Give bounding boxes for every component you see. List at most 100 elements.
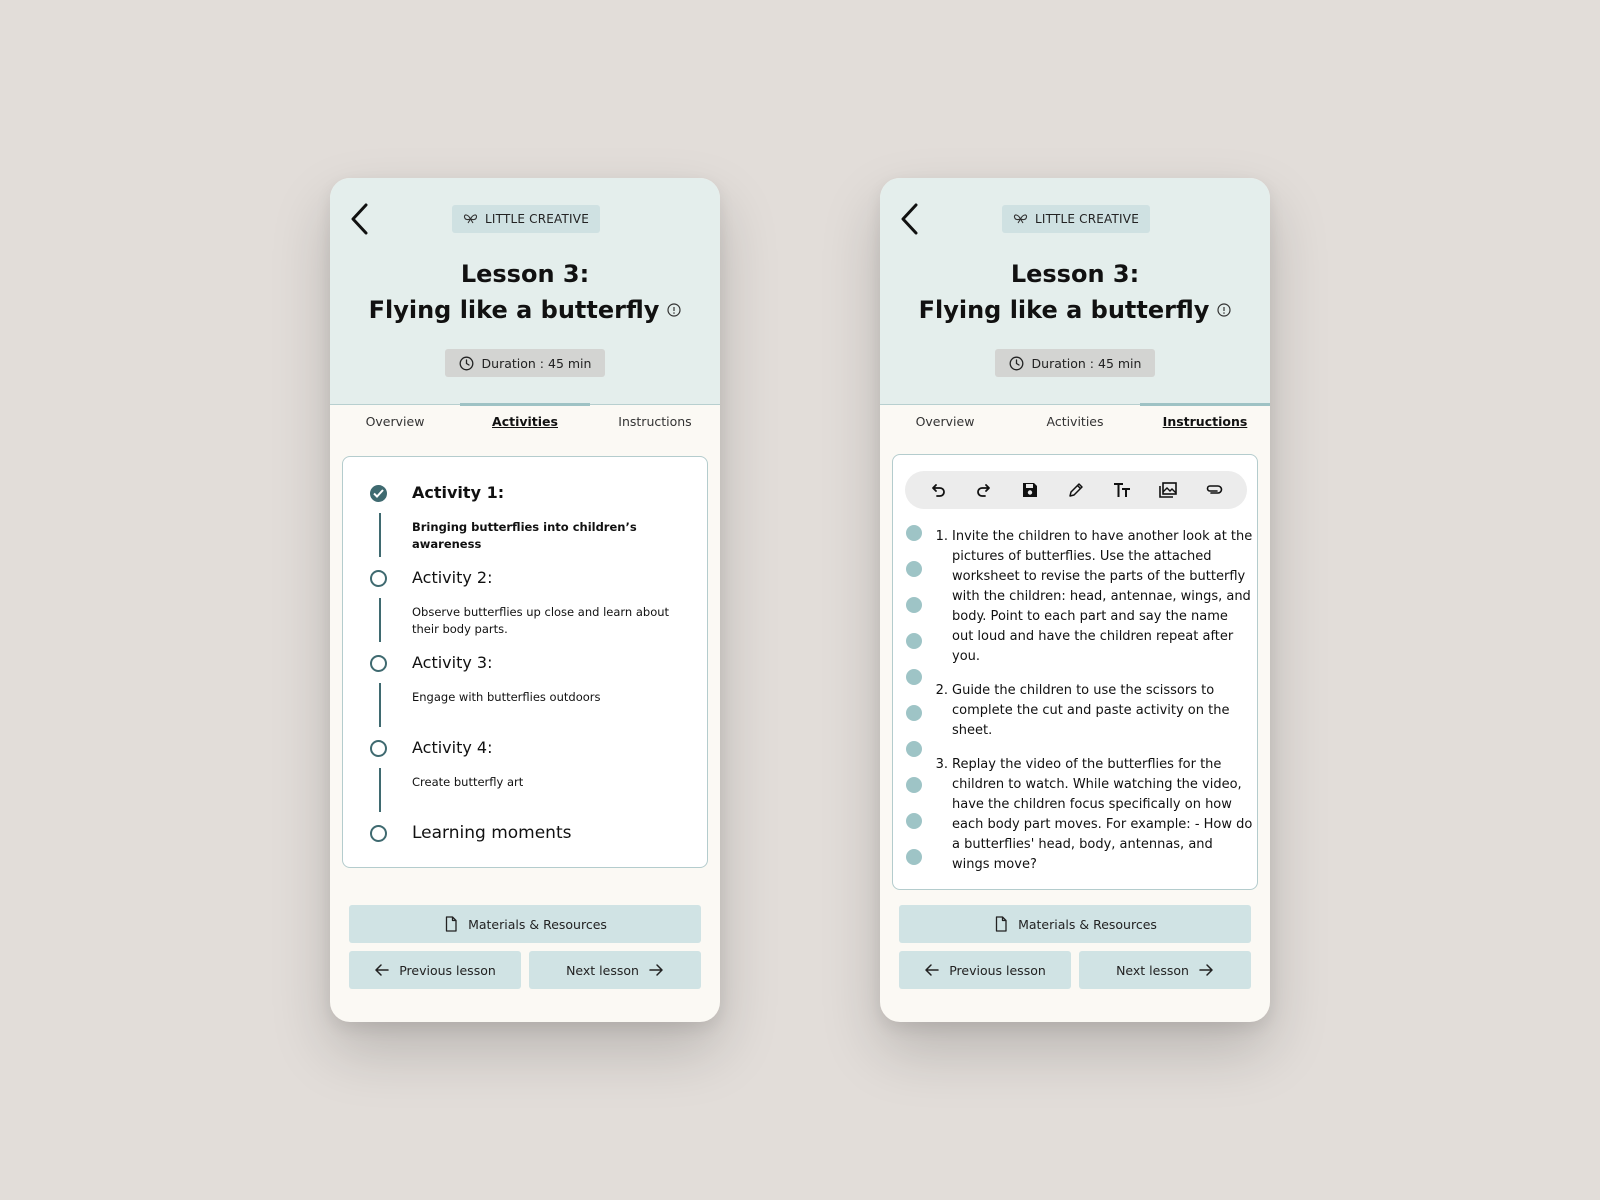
phone-activities-screen: LITTLE CREATIVE Lesson 3: Flying like a … [330, 178, 720, 1022]
tab-bar: Overview Activities Instructions [330, 403, 720, 441]
lesson-header: LITTLE CREATIVE Lesson 3: Flying like a … [330, 178, 720, 405]
materials-resources-button[interactable]: Materials & Resources [899, 905, 1251, 943]
arrow-right-icon [649, 964, 663, 976]
instruction-text[interactable]: Guide the children to use the scissors t… [952, 681, 1253, 741]
back-arrow-icon[interactable] [348, 202, 372, 236]
learning-moments-title[interactable]: Learning moments [412, 823, 571, 843]
activity-4-description: Create butterfly art [412, 775, 524, 789]
brand-badge: LITTLE CREATIVE [452, 205, 600, 233]
activities-card: Activity 1: Bringing butterflies into ch… [342, 456, 708, 868]
back-arrow-icon[interactable] [898, 202, 922, 236]
activity-1-title[interactable]: Activity 1: [412, 483, 504, 502]
duration-badge: Duration : 45 min [995, 349, 1155, 377]
lesson-title-line2: Flying like a butterfly [368, 296, 660, 324]
activity-1-description: Bringing butterflies into children’s awa… [412, 520, 637, 551]
activity-4-title[interactable]: Activity 4: [412, 738, 493, 757]
lesson-title: Lesson 3: Flying like a butterfly [880, 256, 1270, 328]
arrow-right-icon [1199, 964, 1213, 976]
arrow-left-icon [925, 964, 939, 976]
tab-activities[interactable]: Activities [460, 403, 590, 441]
next-lesson-label: Next lesson [566, 962, 639, 978]
document-icon [445, 916, 457, 932]
bullet-dot [906, 633, 922, 649]
instruction-item: 1. Invite the children to have another l… [931, 527, 1253, 667]
butterfly-icon [463, 214, 478, 224]
tab-overview[interactable]: Overview [330, 405, 460, 441]
bullet-dot [906, 525, 922, 541]
pencil-icon[interactable] [1065, 479, 1087, 501]
bullet-dot [906, 741, 922, 757]
previous-lesson-label: Previous lesson [949, 962, 1046, 978]
activity-2-title[interactable]: Activity 2: [412, 568, 493, 587]
tab-instructions[interactable]: Instructions [590, 405, 720, 441]
info-icon[interactable] [1217, 303, 1232, 317]
materials-resources-label: Materials & Resources [1018, 916, 1157, 932]
instruction-item: 3. Replay the video of the butterflies f… [931, 755, 1253, 875]
activity-3-title[interactable]: Activity 3: [412, 653, 493, 672]
instruction-number: 2. [935, 683, 948, 698]
duration-badge: Duration : 45 min [445, 349, 605, 377]
next-lesson-label: Next lesson [1116, 962, 1189, 978]
learning-moments-radio-icon[interactable] [370, 825, 387, 842]
redo-icon[interactable] [973, 479, 995, 501]
activity-3-radio-icon[interactable] [370, 655, 387, 672]
previous-lesson-label: Previous lesson [399, 962, 496, 978]
duration-label: Duration : 45 min [481, 355, 592, 371]
undo-icon[interactable] [927, 479, 949, 501]
lesson-title: Lesson 3: Flying like a butterfly [330, 256, 720, 328]
lesson-title-line2: Flying like a butterfly [918, 296, 1210, 324]
activity-3-description: Engage with butterflies outdoors [412, 690, 601, 704]
tab-bar: Overview Activities Instructions [880, 403, 1270, 441]
bullet-dot [906, 669, 922, 685]
attach-icon[interactable] [1203, 479, 1225, 501]
bullet-dot [906, 777, 922, 793]
timeline-connector [379, 513, 381, 557]
materials-resources-button[interactable]: Materials & Resources [349, 905, 701, 943]
activity-2-description: Observe butterflies up close and learn a… [412, 605, 670, 636]
timeline-connector [379, 768, 381, 812]
phone-instructions-screen: LITTLE CREATIVE Lesson 3: Flying like a … [880, 178, 1270, 1022]
butterfly-icon [1013, 214, 1028, 224]
text-size-icon[interactable] [1111, 479, 1133, 501]
instructions-list: 1. Invite the children to have another l… [931, 527, 1253, 889]
brand-label: LITTLE CREATIVE [1035, 212, 1139, 226]
bullet-dot [906, 705, 922, 721]
bullet-dot [906, 849, 922, 865]
next-lesson-button[interactable]: Next lesson [1079, 951, 1251, 989]
document-icon [995, 916, 1007, 932]
brand-label: LITTLE CREATIVE [485, 212, 589, 226]
activity-2-radio-icon[interactable] [370, 570, 387, 587]
timeline-connector [379, 683, 381, 727]
info-icon[interactable] [667, 303, 682, 317]
instruction-text[interactable]: Replay the video of the butterflies for … [952, 755, 1253, 875]
save-icon[interactable] [1019, 479, 1041, 501]
previous-lesson-button[interactable]: Previous lesson [899, 951, 1071, 989]
next-lesson-button[interactable]: Next lesson [529, 951, 701, 989]
tab-instructions[interactable]: Instructions [1140, 403, 1270, 441]
timeline-connector [379, 598, 381, 642]
arrow-left-icon [375, 964, 389, 976]
tab-overview[interactable]: Overview [880, 405, 1010, 441]
instruction-item: 2. Guide the children to use the scissor… [931, 681, 1253, 741]
image-icon[interactable] [1157, 479, 1179, 501]
bullet-dot [906, 597, 922, 613]
lesson-header: LITTLE CREATIVE Lesson 3: Flying like a … [880, 178, 1270, 405]
editor-toolbar [905, 471, 1247, 509]
duration-label: Duration : 45 min [1031, 355, 1142, 371]
bullet-dot [906, 813, 922, 829]
brand-badge: LITTLE CREATIVE [1002, 205, 1150, 233]
instructions-card: 1. Invite the children to have another l… [892, 454, 1258, 890]
instruction-text[interactable]: Invite the children to have another look… [952, 527, 1253, 667]
lesson-title-line1: Lesson 3: [460, 260, 590, 288]
tab-activities[interactable]: Activities [1010, 405, 1140, 441]
clock-icon [1009, 356, 1023, 370]
instruction-number: 1. [935, 529, 948, 544]
activity-1-check-icon[interactable] [370, 485, 387, 502]
lesson-title-line1: Lesson 3: [1010, 260, 1140, 288]
bullet-dot [906, 561, 922, 577]
previous-lesson-button[interactable]: Previous lesson [349, 951, 521, 989]
instruction-number: 3. [935, 757, 948, 772]
clock-icon [459, 356, 473, 370]
materials-resources-label: Materials & Resources [468, 916, 607, 932]
activity-4-radio-icon[interactable] [370, 740, 387, 757]
